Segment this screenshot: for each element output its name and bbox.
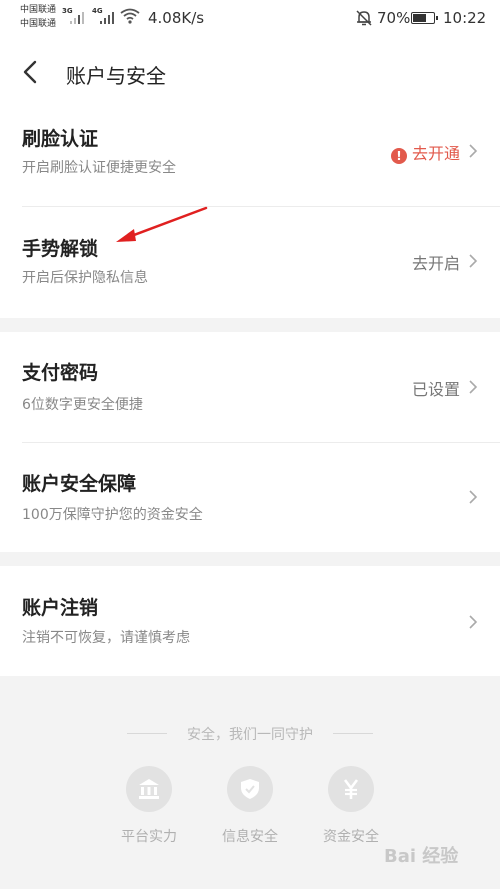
settings-group-3: 账户注销 注销不可恢复，请谨慎考虑 xyxy=(0,566,500,676)
status-bar: 中国联通 中国联通 3G 4G 4.08K/s 70% 10:22 xyxy=(0,0,500,36)
footer-slogan: 安全，我们一同守护 xyxy=(187,727,313,743)
chevron-right-icon xyxy=(469,615,478,629)
bank-icon xyxy=(126,766,172,812)
battery-level xyxy=(413,14,426,22)
bell-muted-icon xyxy=(356,10,372,26)
network-speed: 4.08K/s xyxy=(148,9,205,27)
watermark: Bai 经验 xyxy=(384,846,459,867)
badge-label: 信息安全 xyxy=(222,829,278,845)
shield-check-icon xyxy=(227,766,273,812)
carrier-label-1: 中国联通 xyxy=(20,5,57,15)
account-protection-row[interactable]: 账户安全保障 100万保障守护您的资金安全 xyxy=(0,443,500,552)
gesture-unlock-row[interactable]: 手势解锁 开启后保护隐私信息 去开启 xyxy=(0,207,500,318)
yuan-icon xyxy=(328,766,374,812)
page-title: 账户与安全 xyxy=(66,64,166,88)
row-subtitle: 开启刷脸认证便捷更安全 xyxy=(22,160,176,176)
account-cancel-row[interactable]: 账户注销 注销不可恢复，请谨慎考虑 xyxy=(0,566,500,676)
row-title: 手势解锁 xyxy=(22,238,99,260)
row-subtitle: 100万保障守护您的资金安全 xyxy=(22,507,203,523)
settings-group-1: 刷脸认证 开启刷脸认证便捷更安全 ! 去开通 手势解锁 开启后保护隐私信息 去开启 xyxy=(0,108,500,318)
face-auth-row[interactable]: 刷脸认证 开启刷脸认证便捷更安全 ! 去开通 xyxy=(0,108,500,206)
wifi-icon xyxy=(120,8,140,24)
row-title: 刷脸认证 xyxy=(22,128,99,150)
row-subtitle: 6位数字更安全便捷 xyxy=(22,397,143,413)
row-action[interactable]: 去开启 xyxy=(412,250,460,274)
row-title: 账户注销 xyxy=(22,597,99,619)
chevron-right-icon xyxy=(469,144,478,158)
chevron-right-icon xyxy=(469,490,478,504)
status-time: 10:22 xyxy=(443,9,487,27)
chevron-right-icon xyxy=(469,254,478,268)
row-action[interactable]: ! 去开通 xyxy=(390,140,460,164)
payment-password-row[interactable]: 支付密码 6位数字更安全便捷 已设置 xyxy=(0,332,500,442)
signal-icon-2 xyxy=(100,10,116,24)
back-arrow-icon[interactable] xyxy=(18,58,44,86)
badge-label: 平台实力 xyxy=(121,829,177,845)
annotation-arrow-icon xyxy=(116,206,208,242)
page-header: 账户与安全 xyxy=(0,36,500,108)
settings-group-2: 支付密码 6位数字更安全便捷 已设置 账户安全保障 100万保障守护您的资金安全 xyxy=(0,332,500,552)
slogan-divider-right xyxy=(333,733,373,734)
signal-icon-1 xyxy=(70,10,86,24)
row-subtitle: 开启后保护隐私信息 xyxy=(22,270,148,286)
battery-icon xyxy=(411,12,438,24)
battery-percent: 70% xyxy=(377,9,411,27)
row-action[interactable]: 已设置 xyxy=(412,376,460,400)
row-title: 账户安全保障 xyxy=(22,473,137,495)
row-title: 支付密码 xyxy=(22,362,99,384)
row-subtitle: 注销不可恢复，请谨慎考虑 xyxy=(22,630,190,646)
carrier-label-2: 中国联通 xyxy=(20,19,57,29)
alert-icon: ! xyxy=(390,148,407,164)
chevron-right-icon xyxy=(469,380,478,394)
